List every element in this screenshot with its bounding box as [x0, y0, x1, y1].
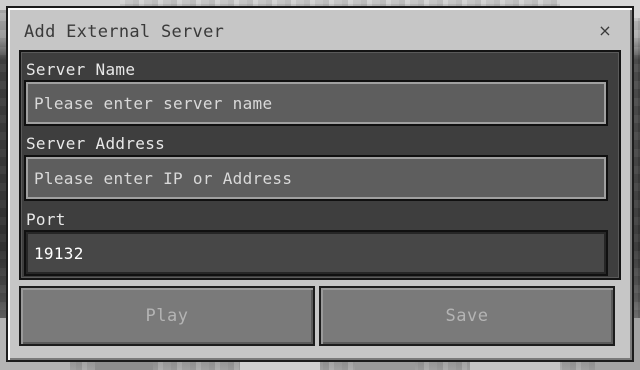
port-label: Port: [26, 210, 66, 229]
server-form: Server Name Server Address Port: [19, 50, 621, 280]
dialog-title: Add External Server: [24, 22, 225, 42]
port-input[interactable]: [24, 230, 608, 276]
save-button[interactable]: Save: [319, 286, 615, 346]
server-address-label: Server Address: [26, 134, 166, 153]
close-icon[interactable]: ×: [594, 20, 616, 42]
add-server-dialog: Add External Server × Server Name Server…: [6, 6, 634, 362]
server-name-label: Server Name: [26, 60, 136, 79]
server-address-input[interactable]: [24, 155, 608, 201]
play-button[interactable]: Play: [19, 286, 315, 346]
server-name-input[interactable]: [24, 80, 608, 126]
